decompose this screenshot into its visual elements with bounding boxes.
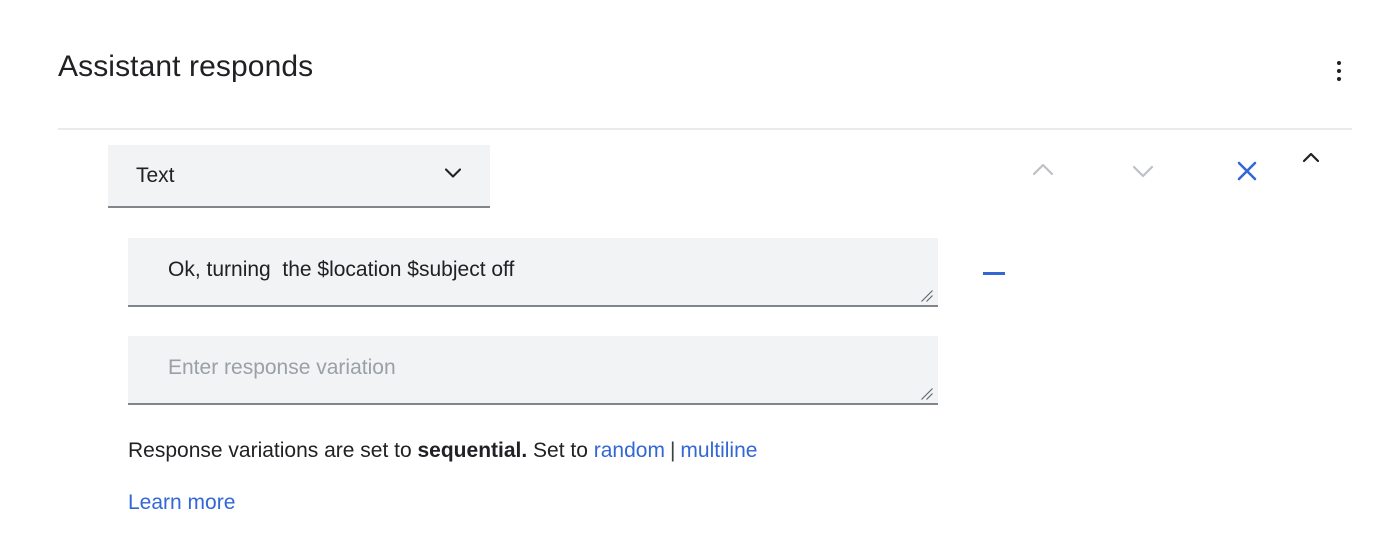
response-type-value: Text <box>136 163 175 187</box>
more-vert-dot <box>1337 77 1341 81</box>
mode-text-prefix: Response variations are set to <box>128 439 418 462</box>
response-control-row: Text <box>108 145 1352 209</box>
minus-icon <box>983 271 1005 275</box>
header-divider <box>58 128 1352 130</box>
collapse-section-button[interactable] <box>1288 136 1334 182</box>
card-header: Assistant responds <box>58 48 1352 104</box>
chevron-down-icon <box>438 158 468 193</box>
move-variation-up-button[interactable] <box>1020 149 1066 195</box>
chevron-up-icon <box>1023 151 1063 194</box>
chevron-down-icon <box>1123 151 1163 194</box>
mode-link-separator: | <box>669 439 676 462</box>
chevron-up-icon <box>1291 138 1331 181</box>
response-variations-list <box>128 238 1352 434</box>
current-mode-value: sequential. <box>417 439 528 462</box>
variation-field-wrapper <box>128 336 938 405</box>
mode-text-middle: Set to <box>527 439 594 462</box>
variation-row <box>128 336 1352 405</box>
page-title: Assistant responds <box>58 50 314 83</box>
assistant-responds-card: Assistant responds Text Ok, turning the … <box>0 0 1400 558</box>
move-variation-down-button[interactable] <box>1120 149 1166 195</box>
response-type-select[interactable]: Text <box>108 145 490 208</box>
remove-variation-button[interactable] <box>976 262 1012 284</box>
set-mode-random-link[interactable]: random <box>594 439 665 462</box>
close-x-icon <box>1227 151 1267 194</box>
variation-field-wrapper <box>128 238 938 307</box>
more-vert-dot <box>1337 69 1341 73</box>
variation-mode-text: Response variations are set to sequentia… <box>128 437 757 465</box>
learn-more-link[interactable]: Learn more <box>128 489 235 517</box>
delete-response-button[interactable] <box>1224 149 1270 195</box>
set-mode-multiline-link[interactable]: multiline <box>680 439 757 462</box>
more-vert-icon[interactable] <box>1322 54 1356 88</box>
variation-row <box>128 238 1352 307</box>
response-variation-input[interactable] <box>128 238 938 307</box>
response-variation-input[interactable] <box>128 336 938 405</box>
more-vert-dot <box>1337 61 1341 65</box>
